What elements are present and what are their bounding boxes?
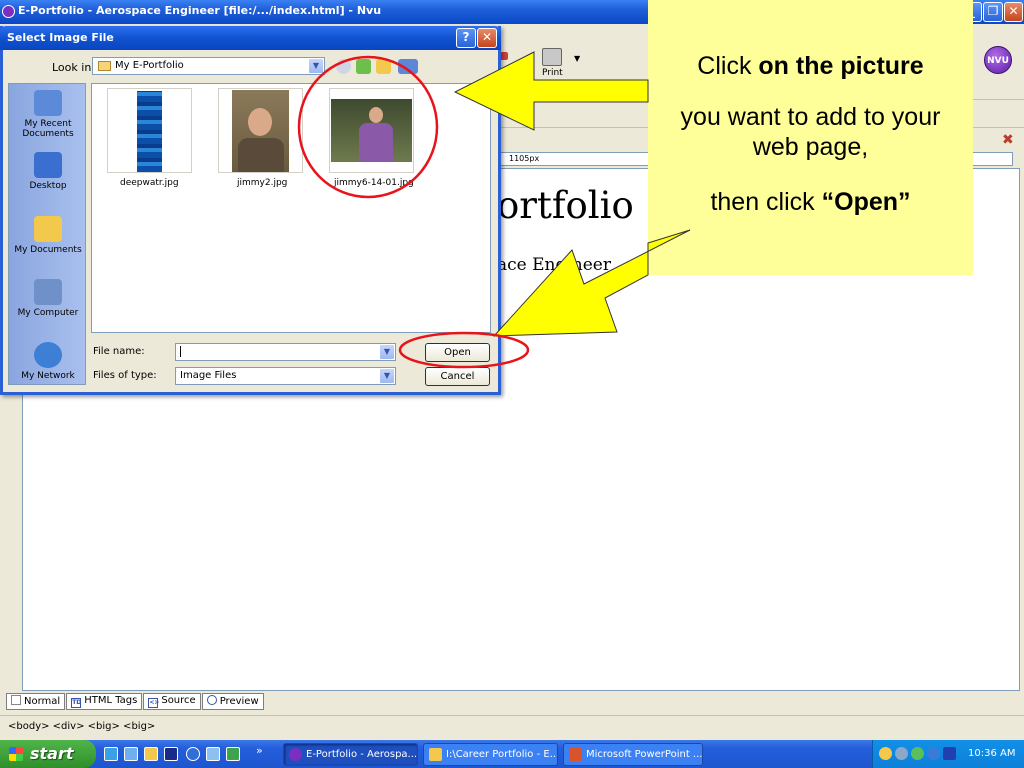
print-icon[interactable]: [542, 48, 562, 66]
place-my-computer[interactable]: My Computer: [9, 279, 87, 318]
quicklaunch-folder-icon[interactable]: [144, 747, 158, 761]
folder-icon: [98, 61, 111, 71]
my-documents-folder-icon: [34, 216, 62, 242]
start-button[interactable]: start: [0, 740, 96, 768]
windows-flag-icon: [9, 747, 23, 761]
shirt-shape: [238, 138, 284, 172]
folder-task-icon: [429, 748, 442, 761]
recent-documents-icon: [34, 90, 62, 116]
ruler-width-label: 1105px: [509, 154, 540, 163]
file-type-label: Files of type:: [93, 370, 157, 381]
file-name-label[interactable]: jimmy6-14-01.jpg: [334, 178, 414, 188]
page-subtitle[interactable]: ace Engineer: [497, 255, 611, 275]
place-my-documents[interactable]: My Documents: [9, 216, 87, 255]
quicklaunch-fw-icon[interactable]: [206, 747, 220, 761]
dialog-titlebar[interactable]: Select Image File: [0, 26, 501, 50]
face-shape: [248, 108, 272, 136]
task-powerpoint[interactable]: Microsoft PowerPoint ...: [563, 743, 703, 766]
spell-icon[interactable]: [500, 52, 508, 60]
clock[interactable]: 10:36 AM: [968, 748, 1015, 759]
back-icon[interactable]: [336, 59, 351, 74]
place-my-network[interactable]: My Network: [9, 342, 87, 381]
td-icon: TD: [71, 698, 82, 708]
cancel-button[interactable]: Cancel: [425, 367, 490, 386]
file-type-select[interactable]: Image Files: [175, 367, 396, 385]
new-folder-icon[interactable]: [376, 59, 391, 74]
tray-shield-icon[interactable]: [943, 747, 956, 760]
print-dropdown-arrow-icon[interactable]: ▼: [574, 54, 580, 63]
tray-security-icon[interactable]: [911, 747, 924, 760]
file-name-field-label: File name:: [93, 346, 145, 357]
my-computer-icon: [34, 279, 62, 305]
nvu-task-icon: [289, 748, 302, 761]
nvu-app-icon: [2, 5, 15, 18]
text-caret: [180, 346, 181, 357]
quicklaunch-app-icon[interactable]: [164, 747, 178, 761]
task-explorer[interactable]: I:\Career Portfolio - E...: [423, 743, 558, 766]
tab-normal[interactable]: Normal: [6, 693, 66, 710]
window-title: E-Portfolio - Aerospace Engineer [file:/…: [18, 4, 382, 17]
file-thumb-deepwatr[interactable]: [107, 88, 192, 173]
instruction-callout: Click on the picture you want to add to …: [648, 0, 973, 275]
window-close-button[interactable]: ✕: [1004, 2, 1023, 22]
edit-mode-tabs: Normal TD HTML Tags <> Source Preview: [6, 693, 265, 712]
system-tray: 10:36 AM: [872, 740, 1024, 768]
source-icon: <>: [148, 698, 160, 708]
quicklaunch-doc-icon[interactable]: [124, 747, 138, 761]
portrait-image: [232, 90, 289, 172]
nvu-logo: NVU: [984, 46, 1012, 74]
powerpoint-task-icon: [569, 748, 582, 761]
file-name-input[interactable]: [175, 343, 396, 361]
callout-line-2: you want to add to your web page,: [680, 103, 941, 161]
close-tab-icon[interactable]: ✖: [1002, 132, 1014, 148]
outdoor-photo: [331, 99, 412, 162]
quicklaunch-excel-icon[interactable]: [226, 747, 240, 761]
desktop-icon: [34, 152, 62, 178]
my-network-icon: [34, 342, 62, 368]
dialog-close-button[interactable]: ✕: [477, 28, 497, 48]
print-label: Print: [542, 68, 563, 78]
view-menu-icon[interactable]: [398, 59, 418, 74]
look-in-dropdown-icon[interactable]: ▼: [308, 58, 324, 74]
page-heading[interactable]: ortfolio: [497, 184, 634, 227]
face-shape: [369, 107, 383, 123]
file-type-dropdown-icon[interactable]: ▼: [379, 368, 395, 384]
callout-line-1: Click on the picture: [697, 52, 924, 80]
open-button[interactable]: Open: [425, 343, 490, 362]
places-bar: My Recent Documents Desktop My Documents…: [8, 83, 86, 385]
file-name-label[interactable]: deepwatr.jpg: [120, 178, 179, 188]
quicklaunch-ie-icon[interactable]: [104, 747, 118, 761]
page-icon: [11, 695, 21, 705]
task-nvu[interactable]: E-Portfolio - Aerospa...: [283, 743, 418, 766]
dialog-help-button[interactable]: ?: [456, 28, 476, 48]
maximize-button[interactable]: ❐: [983, 2, 1003, 22]
tab-preview[interactable]: Preview: [201, 693, 264, 710]
dialog-title: Select Image File: [7, 31, 114, 44]
look-in-label: Look in:: [52, 61, 95, 74]
up-folder-icon[interactable]: [356, 59, 371, 74]
status-bar: <body> <div> <big> <big>: [0, 715, 1024, 739]
tray-app-icon[interactable]: [879, 747, 892, 760]
place-recent-documents[interactable]: My Recent Documents: [9, 90, 87, 139]
file-name-dropdown-icon[interactable]: ▼: [379, 344, 395, 360]
tag-breadcrumb[interactable]: <body> <div> <big> <big>: [8, 721, 155, 732]
water-image: [137, 91, 162, 172]
tab-source[interactable]: <> Source: [143, 693, 201, 710]
quicklaunch-browser-icon[interactable]: [186, 747, 200, 761]
file-name-label[interactable]: jimmy2.jpg: [237, 178, 287, 188]
tab-html-tags[interactable]: TD HTML Tags: [66, 693, 143, 710]
quicklaunch-more-icon[interactable]: »: [256, 744, 263, 757]
callout-line-3: then click “Open”: [710, 188, 911, 216]
shirt-shape: [359, 123, 393, 162]
file-thumb-jimmy2[interactable]: [218, 88, 303, 173]
file-thumb-jimmy6[interactable]: [329, 88, 414, 173]
look-in-select[interactable]: My E-Portfolio: [92, 57, 325, 75]
tray-network-icon[interactable]: [895, 747, 908, 760]
tray-volume-icon[interactable]: [927, 747, 940, 760]
magnifier-icon: [206, 695, 217, 705]
place-desktop[interactable]: Desktop: [9, 152, 87, 191]
